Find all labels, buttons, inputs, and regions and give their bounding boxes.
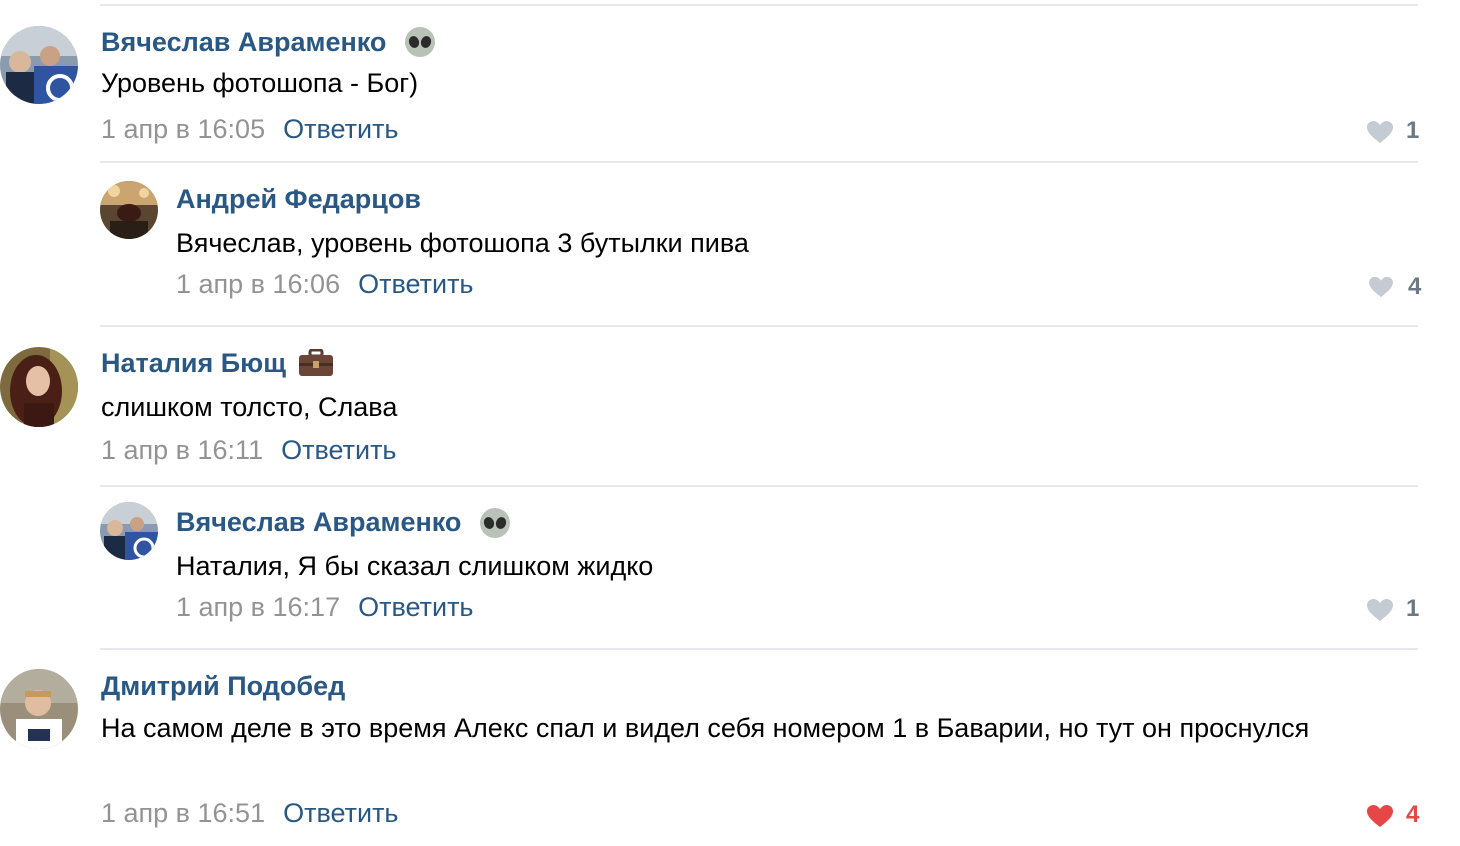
author-name-link[interactable]: Вячеслав Авраменко <box>176 507 461 538</box>
comment-text: Наталия, Я бы сказал слишком жидко <box>176 551 654 581</box>
comment-text: Уровень фотошопа - Бог) <box>101 68 419 98</box>
alien-emoji-icon <box>478 505 512 544</box>
separator <box>100 325 1418 327</box>
like-count: 1 <box>1406 595 1420 622</box>
separator <box>100 648 1418 650</box>
comment-text: Вячеслав, уровень фотошопа 3 бутылки пив… <box>176 228 749 258</box>
avatar[interactable] <box>0 669 78 749</box>
comment-date[interactable]: 1 апр в 16:51 <box>101 798 265 828</box>
avatar[interactable] <box>0 347 78 427</box>
comment-meta: 1 апр в 16:05 Ответить <box>101 114 399 145</box>
separator <box>100 485 1418 487</box>
author-name-link[interactable]: Дмитрий Подобед <box>101 671 345 702</box>
author-name-link[interactable]: Вячеслав Авраменко <box>101 27 386 58</box>
heart-icon <box>1367 121 1393 143</box>
reply-button[interactable]: Ответить <box>358 269 473 299</box>
author-name-link[interactable]: Наталия Бющ <box>101 348 286 379</box>
comment-meta: 1 апр в 16:17 Ответить <box>176 592 474 623</box>
avatar[interactable] <box>0 26 78 104</box>
comment-thread: Вячеслав Авраменко Уровень фотошопа - Бо… <box>0 0 1460 846</box>
comment-date[interactable]: 1 апр в 16:11 <box>101 435 263 465</box>
reply-button[interactable]: Ответить <box>283 114 398 144</box>
briefcase-emoji-icon <box>298 348 334 382</box>
like-button[interactable]: 4 <box>1368 273 1421 305</box>
like-count: 1 <box>1406 117 1420 144</box>
like-count: 4 <box>1408 273 1422 300</box>
heart-icon <box>1367 805 1393 827</box>
comment-text: слишком толсто, Слава <box>101 392 398 422</box>
comment-meta: 1 апр в 16:11 Ответить <box>101 435 397 466</box>
separator <box>100 161 1418 163</box>
comment-text: На самом деле в это время Алекс спал и в… <box>101 713 1310 743</box>
avatar[interactable] <box>100 502 158 560</box>
alien-emoji-icon <box>403 24 437 63</box>
comment-meta: 1 апр в 16:51 Ответить <box>101 798 399 829</box>
heart-icon <box>1369 276 1393 298</box>
comment-date[interactable]: 1 апр в 16:05 <box>101 114 265 144</box>
comment-meta: 1 апр в 16:06 Ответить <box>176 269 474 300</box>
reply-button[interactable]: Ответить <box>283 798 398 828</box>
heart-icon <box>1367 599 1393 621</box>
comment-date[interactable]: 1 апр в 16:17 <box>176 592 340 622</box>
reply-button[interactable]: Ответить <box>281 435 396 465</box>
comment-date[interactable]: 1 апр в 16:06 <box>176 269 340 299</box>
like-button[interactable]: 1 <box>1366 595 1419 629</box>
like-count: 4 <box>1406 801 1420 828</box>
separator <box>100 4 1418 6</box>
reply-button[interactable]: Ответить <box>358 592 473 622</box>
avatar[interactable] <box>100 181 158 239</box>
author-name-link[interactable]: Андрей Федарцов <box>176 184 421 215</box>
like-button[interactable]: 4 <box>1366 801 1419 835</box>
like-button[interactable]: 1 <box>1366 117 1419 151</box>
